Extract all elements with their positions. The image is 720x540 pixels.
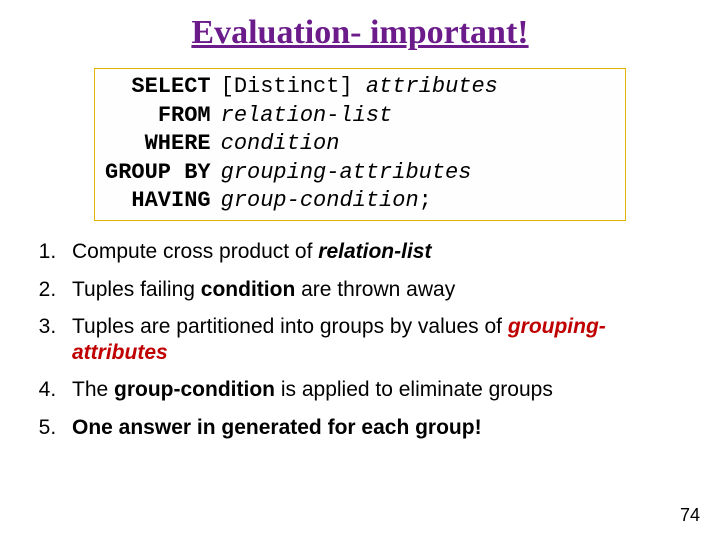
sql-arg-where: condition (211, 130, 498, 159)
step-2-text-a: Tuples failing (72, 278, 201, 301)
slide-title: Evaluation- important! (28, 14, 692, 52)
step-4-text-c: is applied to eliminate groups (275, 378, 553, 401)
sql-row-where: WHERE condition (105, 130, 498, 159)
sql-kw-from: FROM (105, 102, 211, 131)
step-4-term: group-condition (114, 378, 275, 401)
sql-having-arg: group-condition (221, 188, 419, 213)
slide: Evaluation- important! SELECT [Distinct]… (0, 0, 720, 540)
step-2-text-c: are thrown away (295, 278, 455, 301)
steps-list: Compute cross product of relation-list T… (32, 239, 692, 441)
step-3-text-a: Tuples are partitioned into groups by va… (72, 315, 508, 338)
step-5: One answer in generated for each group! (62, 415, 692, 441)
sql-kw-where: WHERE (105, 130, 211, 159)
step-3: Tuples are partitioned into groups by va… (62, 314, 692, 365)
step-1-term: relation-list (318, 240, 431, 263)
sql-kw-having: HAVING (105, 187, 211, 216)
sql-row-select: SELECT [Distinct] attributes (105, 73, 498, 102)
step-4: The group-condition is applied to elimin… (62, 377, 692, 403)
sql-arg-from: relation-list (211, 102, 498, 131)
sql-kw-select: SELECT (105, 73, 211, 102)
step-1: Compute cross product of relation-list (62, 239, 692, 265)
sql-terminator: ; (419, 188, 432, 213)
step-2-term: condition (201, 278, 295, 301)
sql-arg-groupby: grouping-attributes (211, 159, 498, 188)
sql-row-groupby: GROUP BY grouping-attributes (105, 159, 498, 188)
sql-row-from: FROM relation-list (105, 102, 498, 131)
step-1-text: Compute cross product of (72, 240, 318, 263)
step-4-text-a: The (72, 378, 114, 401)
sql-kw-groupby: GROUP BY (105, 159, 211, 188)
step-2: Tuples failing condition are thrown away (62, 277, 692, 303)
sql-box: SELECT [Distinct] attributes FROM relati… (94, 68, 626, 221)
step-5-text: One answer in generated for each group! (72, 416, 482, 439)
page-number: 74 (680, 505, 700, 526)
sql-attr: attributes (353, 74, 498, 99)
sql-distinct: [Distinct] (221, 74, 353, 99)
sql-table: SELECT [Distinct] attributes FROM relati… (105, 73, 498, 216)
sql-arg-having: group-condition; (211, 187, 498, 216)
sql-arg-select: [Distinct] attributes (211, 73, 498, 102)
sql-row-having: HAVING group-condition; (105, 187, 498, 216)
